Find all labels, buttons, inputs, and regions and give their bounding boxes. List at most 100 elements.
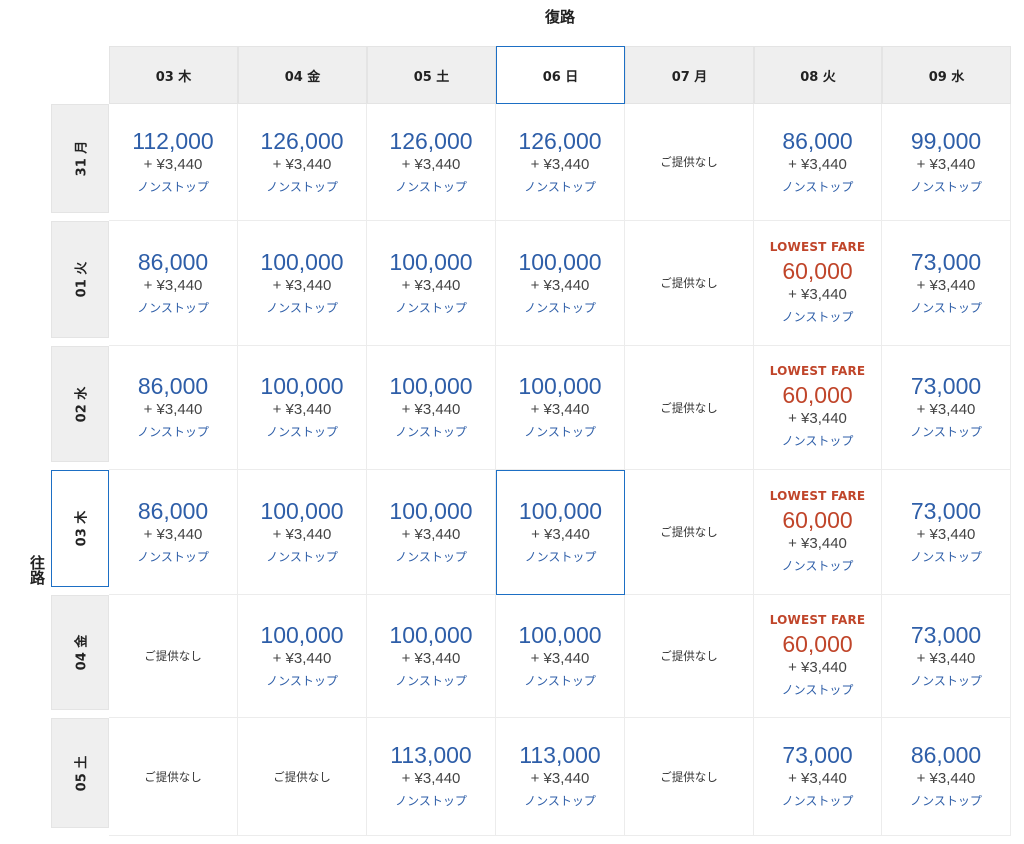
fare-cell[interactable]: 126,000 + ¥3,440 ノンストップ bbox=[238, 104, 367, 221]
outbound-date-header[interactable]: 05 土 bbox=[51, 718, 109, 828]
fare-cell[interactable]: 100,000 + ¥3,440 ノンストップ bbox=[367, 595, 496, 718]
fare-tax: + ¥3,440 bbox=[401, 155, 461, 173]
fare-price: 99,000 bbox=[910, 127, 982, 154]
return-date-header[interactable]: 09 水 bbox=[882, 46, 1011, 104]
fare-price: 73,000 bbox=[910, 248, 982, 275]
fare-cell[interactable]: LOWEST FARE 60,000 + ¥3,440 ノンストップ bbox=[754, 221, 882, 346]
outbound-date-header[interactable]: 01 火 bbox=[51, 221, 109, 338]
nonstop-label: ノンストップ bbox=[137, 549, 209, 564]
fare-cell[interactable]: 73,000 + ¥3,440 ノンストップ bbox=[882, 595, 1011, 718]
fare-tax: + ¥3,440 bbox=[916, 155, 976, 173]
fare-cell[interactable]: 100,000 + ¥3,440 ノンストップ bbox=[496, 470, 625, 595]
fare-tax: + ¥3,440 bbox=[530, 276, 590, 294]
outbound-date-label: 31 月 bbox=[74, 140, 90, 177]
fare-cell[interactable]: 73,000 + ¥3,440 ノンストップ bbox=[882, 221, 1011, 346]
nonstop-label: ノンストップ bbox=[910, 179, 982, 194]
nonstop-label: ノンストップ bbox=[910, 549, 982, 564]
fare-cell[interactable]: 113,000 + ¥3,440 ノンストップ bbox=[367, 718, 496, 836]
fare-tax: + ¥3,440 bbox=[916, 401, 976, 418]
outbound-date-label: 05 土 bbox=[74, 755, 90, 791]
nonstop-label: ノンストップ bbox=[524, 179, 596, 194]
fare-tax: + ¥3,440 bbox=[916, 770, 976, 787]
fare-price: 86,000 bbox=[137, 248, 209, 275]
nonstop-label: ノンストップ bbox=[781, 558, 854, 573]
unavailable-label: ご提供なし bbox=[660, 769, 718, 784]
fare-cell[interactable]: 100,000 + ¥3,440 ノンストップ bbox=[367, 470, 496, 595]
fare-tax: + ¥3,440 bbox=[788, 658, 847, 676]
fare-cell-unavailable: ご提供なし bbox=[625, 718, 754, 836]
nonstop-label: ノンストップ bbox=[524, 673, 596, 688]
fare-price: 100,000 bbox=[260, 621, 344, 648]
return-date-header[interactable]: 07 月 bbox=[625, 46, 754, 104]
fare-cell[interactable]: 100,000 + ¥3,440 ノンストップ bbox=[238, 346, 367, 470]
fare-cell[interactable]: 113,000 + ¥3,440 ノンストップ bbox=[496, 718, 625, 836]
fare-cell[interactable]: 86,000 + ¥3,440 ノンストップ bbox=[754, 104, 882, 221]
fare-tax: + ¥3,440 bbox=[272, 525, 332, 543]
nonstop-label: ノンストップ bbox=[781, 794, 854, 808]
nonstop-label: ノンストップ bbox=[266, 549, 338, 564]
fare-cell[interactable]: 86,000 + ¥3,440 ノンストップ bbox=[882, 718, 1011, 836]
fare-cell[interactable]: 100,000 + ¥3,440 ノンストップ bbox=[238, 595, 367, 718]
fare-cell[interactable]: 112,000 + ¥3,440 ノンストップ bbox=[109, 104, 238, 221]
fare-cell[interactable]: 100,000 + ¥3,440 ノンストップ bbox=[367, 346, 496, 470]
outbound-date-label: 02 水 bbox=[74, 386, 90, 422]
fare-tax: + ¥3,440 bbox=[788, 155, 847, 173]
unavailable-label: ご提供なし bbox=[660, 400, 718, 415]
fare-tax: + ¥3,440 bbox=[788, 285, 847, 303]
return-date-header[interactable]: 05 土 bbox=[367, 46, 496, 104]
fare-cell-unavailable: ご提供なし bbox=[625, 595, 754, 718]
fare-tax: + ¥3,440 bbox=[401, 401, 461, 418]
fare-cell[interactable]: 73,000 + ¥3,440 ノンストップ bbox=[754, 718, 882, 836]
fare-cell[interactable]: 73,000 + ¥3,440 ノンストップ bbox=[882, 470, 1011, 595]
fare-cell[interactable]: 100,000 + ¥3,440 ノンストップ bbox=[496, 346, 625, 470]
fare-price: 126,000 bbox=[389, 127, 473, 154]
fare-cell[interactable]: 100,000 + ¥3,440 ノンストップ bbox=[496, 595, 625, 718]
fare-tax: + ¥3,440 bbox=[272, 401, 332, 418]
nonstop-label: ノンストップ bbox=[266, 673, 338, 688]
fare-cell[interactable]: 86,000 + ¥3,440 ノンストップ bbox=[109, 346, 238, 470]
fare-cell[interactable]: 100,000 + ¥3,440 ノンストップ bbox=[496, 221, 625, 346]
nonstop-label: ノンストップ bbox=[524, 550, 597, 564]
fare-cell[interactable]: 126,000 + ¥3,440 ノンストップ bbox=[496, 104, 625, 221]
return-date-header[interactable]: 08 火 bbox=[754, 46, 882, 104]
return-date-header[interactable]: 06 日 bbox=[496, 46, 625, 104]
outbound-date-header[interactable]: 02 水 bbox=[51, 346, 109, 462]
nonstop-label: ノンストップ bbox=[395, 179, 467, 194]
fare-cell[interactable]: 100,000 + ¥3,440 ノンストップ bbox=[238, 221, 367, 346]
fare-cell[interactable]: 73,000 + ¥3,440 ノンストップ bbox=[882, 346, 1011, 470]
fare-tax: + ¥3,440 bbox=[530, 649, 590, 667]
fare-cell[interactable]: LOWEST FARE 60,000 + ¥3,440 ノンストップ bbox=[754, 595, 882, 718]
fare-tax: + ¥3,440 bbox=[788, 410, 847, 427]
fare-price: 100,000 bbox=[389, 373, 473, 399]
fare-cell[interactable]: 100,000 + ¥3,440 ノンストップ bbox=[238, 470, 367, 595]
nonstop-label: ノンストップ bbox=[395, 549, 467, 564]
outbound-date-header[interactable]: 04 金 bbox=[51, 595, 109, 710]
outbound-date-header[interactable]: 03 木 bbox=[51, 470, 109, 587]
fare-price: 100,000 bbox=[518, 248, 602, 275]
return-date-header[interactable]: 03 木 bbox=[109, 46, 238, 104]
fare-cell[interactable]: 99,000 + ¥3,440 ノンストップ bbox=[882, 104, 1011, 221]
fare-price: 100,000 bbox=[260, 373, 344, 399]
fare-cell[interactable]: 100,000 + ¥3,440 ノンストップ bbox=[367, 221, 496, 346]
fare-price: 73,000 bbox=[782, 742, 853, 768]
fare-tax: + ¥3,440 bbox=[530, 155, 590, 173]
fare-price: 100,000 bbox=[260, 497, 344, 524]
fare-tax: + ¥3,440 bbox=[401, 276, 461, 294]
fare-cell[interactable]: LOWEST FARE 60,000 + ¥3,440 ノンストップ bbox=[754, 346, 882, 470]
nonstop-label: ノンストップ bbox=[781, 179, 854, 194]
fare-cell[interactable]: 126,000 + ¥3,440 ノンストップ bbox=[367, 104, 496, 221]
fare-tax: + ¥3,440 bbox=[916, 649, 976, 667]
fare-price: 126,000 bbox=[518, 127, 602, 154]
fare-cell-unavailable: ご提供なし bbox=[109, 595, 238, 718]
fare-price: 60,000 bbox=[782, 506, 853, 533]
fare-cell[interactable]: 86,000 + ¥3,440 ノンストップ bbox=[109, 221, 238, 346]
nonstop-label: ノンストップ bbox=[524, 300, 596, 315]
outbound-date-header[interactable]: 31 月 bbox=[51, 104, 109, 213]
fare-cell[interactable]: 86,000 + ¥3,440 ノンストップ bbox=[109, 470, 238, 595]
nonstop-label: ノンストップ bbox=[137, 179, 209, 194]
return-date-header[interactable]: 04 金 bbox=[238, 46, 367, 104]
fare-cell[interactable]: LOWEST FARE 60,000 + ¥3,440 ノンストップ bbox=[754, 470, 882, 595]
return-label: 復路 bbox=[544, 8, 575, 26]
nonstop-label: ノンストップ bbox=[781, 682, 854, 697]
fare-tax: + ¥3,440 bbox=[272, 649, 332, 667]
